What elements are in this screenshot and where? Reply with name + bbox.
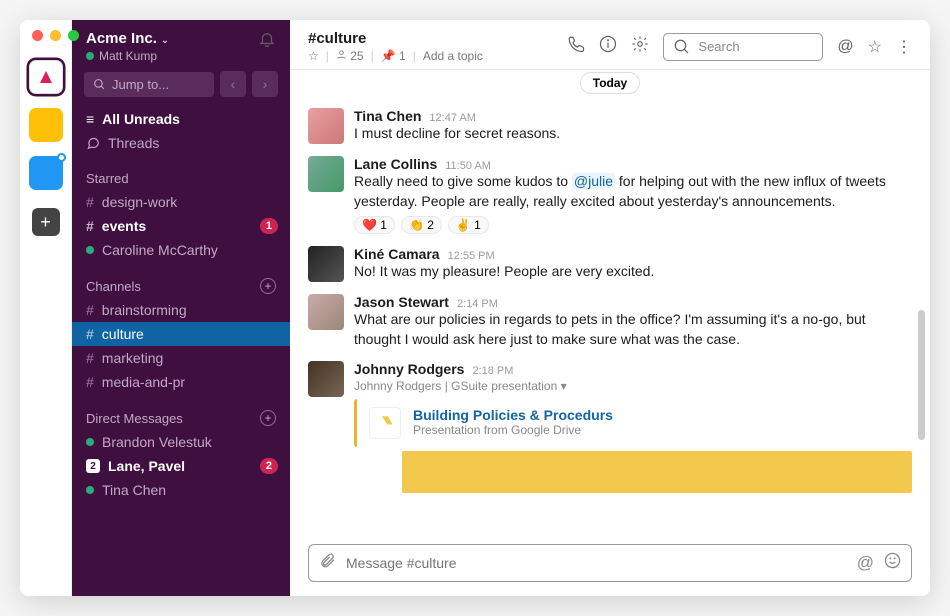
message: Tina Chen 12:47 AMI must decline for secr… <box>308 102 912 150</box>
composer-input[interactable] <box>346 555 847 571</box>
channel-brainstorming[interactable]: #brainstorming <box>72 298 290 322</box>
notifications-icon[interactable] <box>258 30 276 53</box>
reaction[interactable]: ✌️ 1 <box>448 216 489 234</box>
add-channel-button[interactable]: + <box>260 278 276 294</box>
reaction[interactable]: ❤️ 1 <box>354 216 395 234</box>
message-author[interactable]: Tina Chen <box>354 108 421 124</box>
workspace-header[interactable]: Acme Inc. ⌄ Matt Kump <box>86 30 169 63</box>
message-time: 12:47 AM <box>429 112 475 124</box>
threads-link[interactable]: Threads <box>72 131 290 155</box>
avatar[interactable] <box>308 108 344 144</box>
message-author[interactable]: Johnny Rodgers <box>354 361 464 377</box>
mention-icon[interactable]: @ <box>857 553 874 573</box>
message: Kiné Camara 12:55 PMNo! It was my pleasur… <box>308 240 912 288</box>
workspace-name: Acme Inc. <box>86 30 157 47</box>
message: Johnny Rodgers 2:18 PM Johnny Rodgers | GS… <box>308 355 912 499</box>
channel-media-and-pr[interactable]: #media-and-pr <box>72 370 290 394</box>
workspace-switch-2[interactable] <box>29 108 63 142</box>
window-traffic-lights[interactable] <box>32 30 79 41</box>
message: Lane Collins 11:50 AMReally need to give … <box>308 150 912 240</box>
channel-events[interactable]: #events1 <box>72 214 290 238</box>
channel-meta: ☆| 25| 📌 1| Add a topic <box>308 49 483 63</box>
user-mention[interactable]: @julie <box>572 173 615 189</box>
workspace-switch-3[interactable] <box>29 156 63 190</box>
scrollbar-thumb[interactable] <box>918 310 925 440</box>
main-pane: #culture ☆| 25| 📌 1| Add a topic Search … <box>290 20 930 596</box>
message-time: 2:14 PM <box>457 298 498 310</box>
message-list: Tina Chen 12:47 AMI must decline for secr… <box>290 96 930 534</box>
message-text: No! It was my pleasure! People are very … <box>354 262 912 282</box>
file-attachment[interactable]: Building Policies & ProcedursPresentatio… <box>354 399 912 447</box>
attach-icon[interactable] <box>319 552 336 574</box>
channel-title[interactable]: #culture <box>308 30 483 47</box>
channel-design-work[interactable]: #design-work <box>72 190 290 214</box>
message-time: 11:50 AM <box>445 160 491 172</box>
add-topic-link[interactable]: Add a topic <box>423 49 483 63</box>
call-icon[interactable] <box>567 35 585 58</box>
dm-tina-chen[interactable]: Tina Chen <box>72 478 290 502</box>
message-time: 2:18 PM <box>472 365 513 377</box>
pin-count[interactable]: 📌 1 <box>381 49 406 63</box>
message: Jason Stewart 2:14 PMWhat are our policie… <box>308 288 912 355</box>
avatar[interactable] <box>308 294 344 330</box>
avatar[interactable] <box>308 156 344 192</box>
message-text: I must decline for secret reasons. <box>354 124 912 144</box>
history-forward-button[interactable]: › <box>252 71 278 97</box>
dm-lane-pavel[interactable]: 2Lane, Pavel2 <box>72 454 290 478</box>
star-icon[interactable]: ☆ <box>868 37 882 57</box>
message-author[interactable]: Jason Stewart <box>354 294 449 310</box>
jump-to-input[interactable]: Jump to... <box>84 72 214 97</box>
star-channel-icon[interactable]: ☆ <box>308 49 319 63</box>
channels-section-header[interactable]: Channels+ <box>72 274 290 298</box>
channel-marketing[interactable]: #marketing <box>72 346 290 370</box>
current-user: Matt Kump <box>99 49 157 63</box>
more-icon[interactable]: ⋮ <box>896 37 912 57</box>
message-author[interactable]: Lane Collins <box>354 156 437 172</box>
attachment-label: Johnny Rodgers | GSuite presentation ▾ <box>354 379 912 393</box>
all-unreads-link[interactable]: ≡All Unreads <box>72 107 290 131</box>
workspace-rail: + <box>20 20 72 596</box>
date-divider: Today <box>580 72 640 94</box>
dms-section-header[interactable]: Direct Messages+ <box>72 406 290 430</box>
history-back-button[interactable]: ‹ <box>220 71 246 97</box>
dm-caroline-mccarthy[interactable]: Caroline McCarthy <box>72 238 290 262</box>
message-composer[interactable]: @ <box>308 544 912 582</box>
settings-icon[interactable] <box>631 35 649 58</box>
sidebar: Acme Inc. ⌄ Matt Kump Jump to... ‹ › ≡Al… <box>72 20 290 596</box>
search-input[interactable]: Search <box>663 33 823 61</box>
starred-section-header[interactable]: Starred <box>72 167 290 190</box>
gdrive-icon <box>369 407 401 439</box>
info-icon[interactable] <box>599 35 617 58</box>
avatar[interactable] <box>308 246 344 282</box>
message-text: What are our policies in regards to pets… <box>354 310 912 349</box>
channel-culture[interactable]: #culture <box>72 322 290 346</box>
message-text: Really need to give some kudos to @julie… <box>354 172 912 211</box>
add-workspace-button[interactable]: + <box>32 208 60 236</box>
reaction[interactable]: 👏 2 <box>401 216 442 234</box>
dm-brandon-velestuk[interactable]: Brandon Velestuk <box>72 430 290 454</box>
emoji-icon[interactable] <box>884 552 901 574</box>
member-count[interactable]: 25 <box>336 49 364 63</box>
message-time: 12:55 PM <box>448 250 495 262</box>
new-dm-button[interactable]: + <box>260 410 276 426</box>
workspace-switch-1[interactable] <box>29 60 63 94</box>
message-author[interactable]: Kiné Camara <box>354 246 440 262</box>
mentions-icon[interactable]: @ <box>837 38 853 56</box>
avatar[interactable] <box>308 361 344 397</box>
